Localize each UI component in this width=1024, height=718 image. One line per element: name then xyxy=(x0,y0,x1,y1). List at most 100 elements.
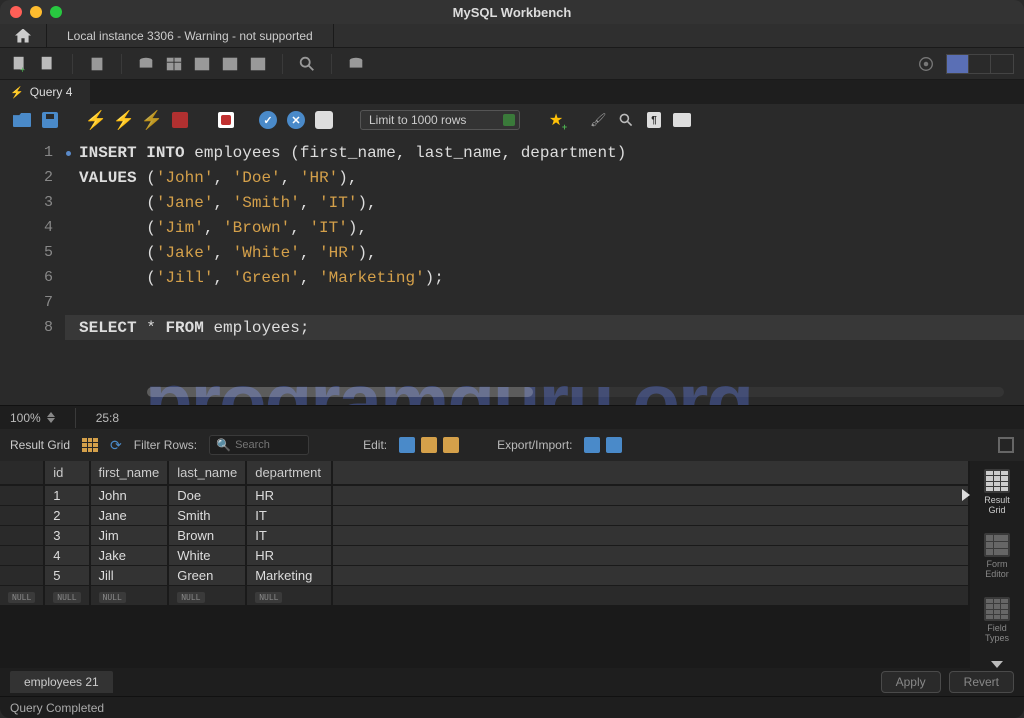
cell[interactable]: 2 xyxy=(44,506,89,526)
watermark: programguru.org xyxy=(145,356,752,405)
table-row-null[interactable]: NULL NULL NULL NULL NULL xyxy=(0,586,969,606)
zoom-control[interactable]: 100% xyxy=(10,411,55,425)
save-file-button[interactable] xyxy=(40,110,60,130)
query-tab[interactable]: ⚡ Query 4 xyxy=(0,80,90,104)
grid-icon[interactable] xyxy=(82,438,98,452)
column-header[interactable]: first_name xyxy=(90,461,169,485)
autocommit-toggle-button[interactable] xyxy=(314,110,334,130)
cell[interactable]: 4 xyxy=(44,546,89,566)
row-limit-select[interactable]: Limit to 1000 rows xyxy=(360,110,520,130)
field-types-view-button[interactable]: Field Types xyxy=(982,593,1012,647)
row-limit-label: Limit to 1000 rows xyxy=(369,113,466,127)
column-header[interactable]: id xyxy=(44,461,89,485)
table-row[interactable]: 2 Jane Smith IT xyxy=(0,506,969,526)
cell[interactable]: Brown xyxy=(168,526,246,546)
cell[interactable]: Marketing xyxy=(246,566,332,586)
cell[interactable]: Jane xyxy=(90,506,169,526)
find-button[interactable] xyxy=(616,110,636,130)
inspector-button[interactable] xyxy=(87,54,107,74)
column-header[interactable]: department xyxy=(246,461,332,485)
cell[interactable]: Doe xyxy=(168,485,246,506)
create-table-button[interactable] xyxy=(164,54,184,74)
search-field[interactable] xyxy=(235,439,302,451)
apply-button[interactable]: Apply xyxy=(881,671,941,693)
corner-cell xyxy=(0,461,44,485)
delete-row-button[interactable] xyxy=(443,437,459,453)
open-sql-file-button[interactable] xyxy=(38,54,58,74)
cell[interactable]: Jill xyxy=(90,566,169,586)
revert-button[interactable]: Revert xyxy=(949,671,1014,693)
results-sidebar: Result Grid Form Editor Field Types xyxy=(970,461,1024,668)
connection-tab[interactable]: Local instance 3306 - Warning - not supp… xyxy=(47,24,334,47)
field-types-icon xyxy=(984,597,1010,621)
invisible-chars-button[interactable]: ¶ xyxy=(644,110,664,130)
refresh-icon[interactable]: ⟳ xyxy=(110,437,122,454)
wrap-cell-button[interactable] xyxy=(998,437,1014,453)
commit-button[interactable]: ✓ xyxy=(258,110,278,130)
table-row[interactable]: 3 Jim Brown IT xyxy=(0,526,969,546)
form-editor-view-button[interactable]: Form Editor xyxy=(982,529,1012,583)
execute-button[interactable]: ⚡ xyxy=(86,110,106,130)
cursor-position: 25:8 xyxy=(96,411,119,425)
home-tab[interactable] xyxy=(0,24,47,47)
minimize-window-button[interactable] xyxy=(30,6,42,18)
titlebar[interactable]: MySQL Workbench xyxy=(0,0,1024,24)
cell[interactable]: 5 xyxy=(44,566,89,586)
rollback-button[interactable]: ✕ xyxy=(286,110,306,130)
import-button[interactable] xyxy=(606,437,622,453)
cell[interactable]: Smith xyxy=(168,506,246,526)
cell[interactable]: Jim xyxy=(90,526,169,546)
column-header[interactable]: last_name xyxy=(168,461,246,485)
reconnect-button[interactable] xyxy=(346,54,366,74)
cell[interactable]: IT xyxy=(246,526,332,546)
horizontal-scrollbar[interactable] xyxy=(147,387,1004,397)
code-area[interactable]: INSERT INTO employees (first_name, last_… xyxy=(65,136,1024,405)
cell[interactable]: HR xyxy=(246,485,332,506)
maximize-window-button[interactable] xyxy=(50,6,62,18)
save-snippet-button[interactable]: ★ xyxy=(546,110,566,130)
cell[interactable]: HR xyxy=(246,546,332,566)
export-button[interactable] xyxy=(584,437,600,453)
execute-current-button[interactable]: ⚡ xyxy=(114,110,134,130)
cell[interactable]: White xyxy=(168,546,246,566)
cell[interactable]: IT xyxy=(246,506,332,526)
cell[interactable]: Green xyxy=(168,566,246,586)
stop-on-error-button[interactable] xyxy=(216,110,236,130)
create-schema-button[interactable] xyxy=(136,54,156,74)
create-view-button[interactable] xyxy=(192,54,212,74)
add-row-button[interactable] xyxy=(421,437,437,453)
sql-editor[interactable]: 1 2 3 4 5 6 7 8 INSERT INTO employees (f… xyxy=(0,136,1024,405)
close-icon[interactable] xyxy=(75,87,85,97)
panel-bottom-button[interactable] xyxy=(969,55,991,73)
settings-gear-icon[interactable] xyxy=(916,54,936,74)
chevron-down-icon[interactable] xyxy=(991,661,1003,668)
cell[interactable]: NULL xyxy=(246,586,332,606)
cell[interactable]: 1 xyxy=(44,485,89,506)
word-wrap-button[interactable] xyxy=(672,110,692,130)
stop-button[interactable] xyxy=(170,110,190,130)
explain-button[interactable]: ⚡ xyxy=(142,110,162,130)
close-window-button[interactable] xyxy=(10,6,22,18)
open-file-button[interactable] xyxy=(12,110,32,130)
search-table-button[interactable] xyxy=(297,54,317,74)
results-grid[interactable]: id first_name last_name department 1 Joh… xyxy=(0,461,970,668)
cell[interactable]: NULL xyxy=(44,586,89,606)
result-tab[interactable]: employees 21 xyxy=(10,671,113,693)
cell[interactable]: John xyxy=(90,485,169,506)
create-function-button[interactable] xyxy=(248,54,268,74)
table-row[interactable]: 4 Jake White HR xyxy=(0,546,969,566)
new-sql-tab-button[interactable]: + xyxy=(10,54,30,74)
table-row[interactable]: 5 Jill Green Marketing xyxy=(0,566,969,586)
cell[interactable]: NULL xyxy=(168,586,246,606)
cell[interactable]: Jake xyxy=(90,546,169,566)
beautify-button[interactable]: 🖌 xyxy=(588,110,608,130)
result-grid-view-button[interactable]: Result Grid xyxy=(982,465,1012,519)
cell[interactable]: NULL xyxy=(90,586,169,606)
panel-right-button[interactable] xyxy=(991,55,1013,73)
edit-row-button[interactable] xyxy=(399,437,415,453)
create-procedure-button[interactable] xyxy=(220,54,240,74)
table-row[interactable]: 1 John Doe HR xyxy=(0,485,969,506)
cell[interactable]: 3 xyxy=(44,526,89,546)
filter-search-input[interactable]: 🔍 xyxy=(209,435,309,455)
panel-left-button[interactable] xyxy=(947,55,969,73)
